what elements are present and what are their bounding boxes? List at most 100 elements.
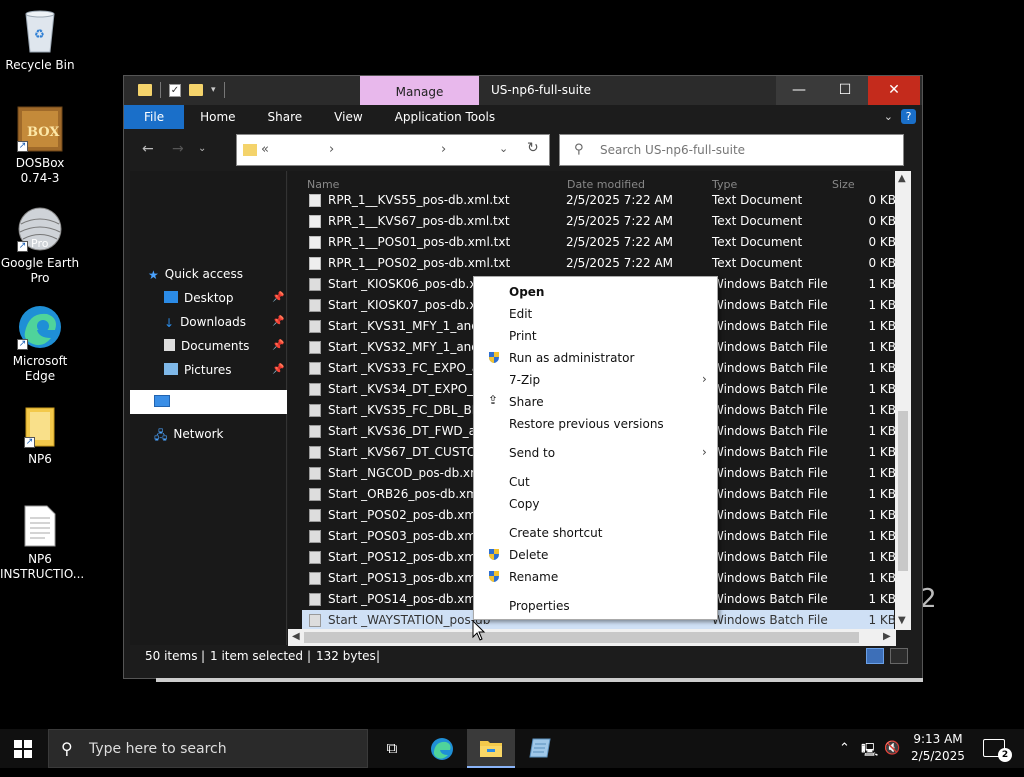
tab-home[interactable]: Home xyxy=(184,105,251,129)
network-status-icon[interactable]: 🖳 xyxy=(861,741,878,763)
pin-icon: 📌 xyxy=(272,340,285,351)
tab-share[interactable]: Share xyxy=(252,105,319,129)
taskbar-app-pinned[interactable] xyxy=(516,729,564,768)
computer-icon xyxy=(154,395,170,407)
scroll-thumb[interactable] xyxy=(898,411,908,571)
file-row[interactable]: RPR_1__POS02_pos-db.xml.txt 2/5/2025 7:22… xyxy=(302,253,896,274)
show-hidden-icons[interactable]: ⌃ xyxy=(839,741,850,756)
context-menu-label: 7-Zip xyxy=(509,373,541,387)
context-menu-label: Edit xyxy=(509,307,533,321)
task-view-icon: ⧉ xyxy=(386,739,398,757)
mouse-cursor-icon xyxy=(472,619,486,645)
scroll-up-icon[interactable]: ▲ xyxy=(898,173,906,184)
file-row[interactable]: RPR_1__POS01_pos-db.xml.txt 2/5/2025 7:22… xyxy=(302,232,896,253)
context-menu-item[interactable]: Print xyxy=(476,325,715,347)
customize-toolbar-icon[interactable]: ▾ xyxy=(211,85,216,95)
context-menu-item[interactable]: Copy xyxy=(476,493,715,515)
context-menu-item[interactable]: Create shortcut xyxy=(476,522,715,544)
nav-documents[interactable]: Documents 📌 xyxy=(164,335,286,357)
nav-this-pc-selected[interactable] xyxy=(130,390,287,414)
taskbar-edge[interactable] xyxy=(418,729,466,768)
chevron-down-icon[interactable]: ⌄ xyxy=(499,142,508,155)
volume-muted-icon[interactable]: 🔇 xyxy=(884,741,900,756)
search-box[interactable]: ⚲ xyxy=(559,134,904,166)
context-menu-label: Send to xyxy=(509,446,556,460)
recent-locations-icon[interactable]: ⌄ xyxy=(198,143,206,154)
breadcrumb-separator[interactable]: › xyxy=(329,142,334,157)
address-bar[interactable]: « › › ⌄ ↻ xyxy=(236,134,550,166)
help-icon[interactable]: ? xyxy=(901,109,916,124)
tab-application-tools[interactable]: Application Tools xyxy=(379,105,511,129)
details-view-icon[interactable] xyxy=(866,648,884,664)
file-name: RPR_1__KVS67_pos-db.xml.txt xyxy=(328,214,510,228)
nav-quick-access[interactable]: ★ Quick access xyxy=(148,263,243,285)
file-size: 1 KB xyxy=(868,298,896,312)
breadcrumb-separator[interactable]: › xyxy=(441,142,446,157)
horizontal-scrollbar[interactable]: ◀ ▶ xyxy=(288,629,896,646)
context-menu-item[interactable]: Delete xyxy=(476,544,715,566)
context-menu-item[interactable]: Properties xyxy=(476,595,715,617)
context-menu-item[interactable]: ⇪ Share xyxy=(476,391,715,413)
taskbar-file-explorer[interactable] xyxy=(467,729,515,768)
context-menu-item[interactable]: Cut xyxy=(476,471,715,493)
properties-icon[interactable]: ✓ xyxy=(169,83,181,97)
context-menu-item[interactable]: 7-Zip › xyxy=(476,369,715,391)
file-row[interactable]: RPR_1__KVS67_pos-db.xml.txt 2/5/2025 7:22… xyxy=(302,211,896,232)
minimize-button[interactable]: — xyxy=(776,76,822,105)
context-menu-item[interactable]: Restore previous versions xyxy=(476,413,715,435)
file-size: 1 KB xyxy=(868,319,896,333)
new-folder-icon[interactable] xyxy=(189,84,203,96)
context-menu-item[interactable]: Open xyxy=(476,281,715,303)
desktop-icon-edge[interactable]: ↗ Microsoft Edge xyxy=(0,304,80,384)
tab-file[interactable]: File xyxy=(124,105,185,129)
context-menu-item[interactable]: Send to › xyxy=(476,442,715,464)
nav-downloads[interactable]: ↓ Downloads 📌 xyxy=(164,311,286,333)
breadcrumb-overflow[interactable]: « xyxy=(261,142,269,157)
desktop-icon-label: NP6 xyxy=(28,452,52,466)
scroll-thumb[interactable] xyxy=(304,632,859,643)
nav-network[interactable]: 🖧 Network xyxy=(154,423,224,445)
nav-desktop[interactable]: Desktop 📌 xyxy=(164,287,286,309)
context-menu-item[interactable]: Run as administrator xyxy=(476,347,715,369)
close-button[interactable]: ✕ xyxy=(868,76,920,105)
start-button[interactable] xyxy=(14,740,32,758)
shortcut-arrow-icon: ↗ xyxy=(17,241,28,252)
scroll-down-icon[interactable]: ▼ xyxy=(898,615,906,626)
scroll-left-icon[interactable]: ◀ xyxy=(292,631,300,642)
forward-button[interactable]: → xyxy=(172,141,184,157)
notifications-button[interactable]: 2 xyxy=(983,739,1012,762)
desktop-icon-dosbox[interactable]: BOX ↗ DOSBox 0.74-3 xyxy=(0,106,80,186)
batch-file-icon xyxy=(309,278,321,291)
title-bar[interactable]: ✓ ▾ Manage US-np6-full-suite — ☐ ✕ xyxy=(124,76,922,105)
expand-ribbon-icon[interactable]: ⌄ xyxy=(884,110,893,123)
context-menu-item[interactable]: Rename xyxy=(476,566,715,588)
context-menu-item[interactable]: Edit xyxy=(476,303,715,325)
file-name: RPR_1__POS01_pos-db.xml.txt xyxy=(328,235,511,249)
text-document-icon xyxy=(23,504,57,548)
context-menu-label: Delete xyxy=(509,548,549,562)
folder-icon xyxy=(138,84,152,96)
vertical-scrollbar[interactable]: ▲ ▼ xyxy=(895,171,911,630)
nav-pictures[interactable]: Pictures 📌 xyxy=(164,359,286,381)
large-icons-view-icon[interactable] xyxy=(890,648,908,664)
taskbar-search[interactable]: ⚲ Type here to search xyxy=(48,729,368,768)
search-input[interactable] xyxy=(598,141,888,159)
desktop-icon-recycle-bin[interactable]: ♻ Recycle Bin xyxy=(0,8,80,73)
desktop-icon-np6[interactable]: ↗ NP6 xyxy=(0,406,80,467)
submenu-arrow-icon: › xyxy=(702,445,707,459)
desktop-icon-google-earth-pro[interactable]: ↗ Pro Google Earth Pro xyxy=(0,206,80,286)
scroll-right-icon[interactable]: ▶ xyxy=(883,631,891,642)
task-view-button[interactable]: ⧉ xyxy=(368,729,416,768)
file-type: Windows Batch File xyxy=(712,319,828,333)
file-row[interactable]: RPR_1__KVS55_pos-db.xml.txt 2/5/2025 7:22… xyxy=(302,190,896,211)
refresh-icon[interactable]: ↻ xyxy=(527,140,539,156)
file-size: 0 KB xyxy=(868,214,896,228)
maximize-button[interactable]: ☐ xyxy=(822,76,868,105)
desktop-icon-np6-instructions[interactable]: NP6 INSTRUCTIO... xyxy=(0,504,84,582)
batch-file-icon xyxy=(309,467,321,480)
tab-manage[interactable]: Manage xyxy=(360,76,479,105)
taskbar-clock[interactable]: 9:13 AM 2/5/2025 xyxy=(905,731,971,765)
ribbon-tabs: File Home Share View Application Tools ⌄… xyxy=(124,105,922,129)
tab-view[interactable]: View xyxy=(318,105,378,129)
back-button[interactable]: ← xyxy=(142,141,154,157)
